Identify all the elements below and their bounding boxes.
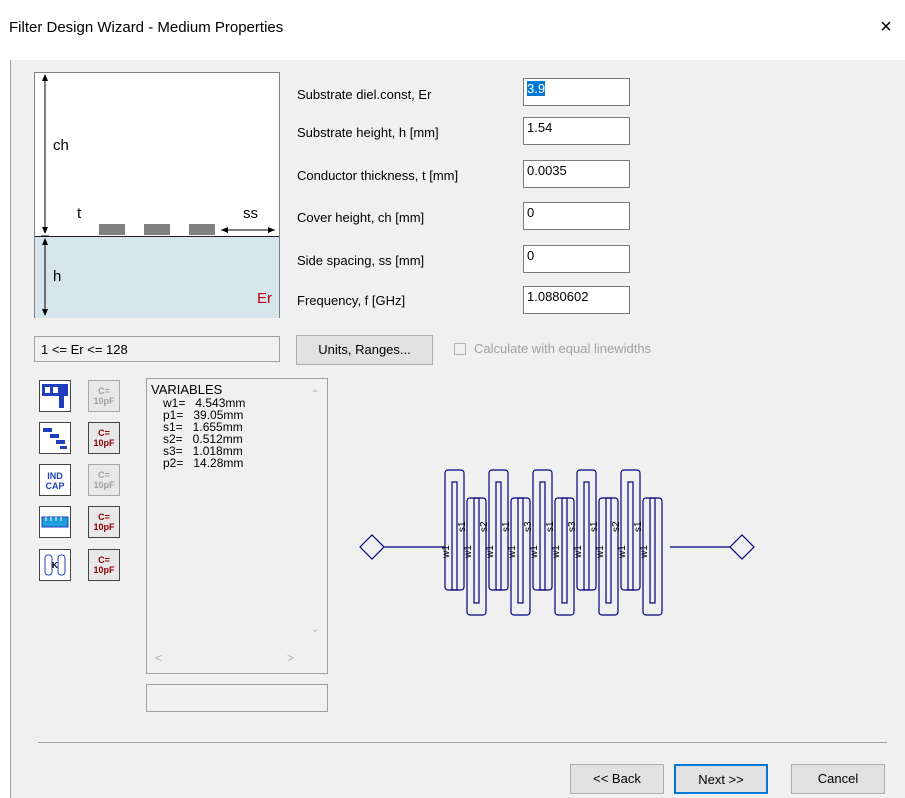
equal-linewidths-label: Calculate with equal linewidths <box>474 341 652 356</box>
height-label: h <box>53 268 62 285</box>
window-border <box>10 60 11 798</box>
thickness-label: t <box>77 205 82 222</box>
resonator-slot <box>605 497 612 604</box>
width-label: w1 <box>529 545 540 559</box>
er-input-value: 3.9 <box>527 81 546 96</box>
height-input[interactable]: 1.54 <box>523 117 630 145</box>
resonator-slot <box>451 481 458 591</box>
width-label: w1 <box>507 545 518 559</box>
width-label: w1 <box>463 545 474 559</box>
field-label-h: Substrate height, h [mm] <box>297 125 439 140</box>
input-port-icon <box>359 534 385 560</box>
back-button[interactable]: << Back <box>570 764 664 794</box>
spacing-label: s1 <box>633 521 644 532</box>
field-label-ch: Cover height, ch [mm] <box>297 210 425 225</box>
window-edge <box>0 60 10 798</box>
scroll-up-icon[interactable]: ⌃ <box>311 389 319 400</box>
spacing-label: s1 <box>501 521 512 532</box>
scroll-down-icon[interactable]: ⌄ <box>311 624 319 635</box>
variable-line: p2= 14.28mm <box>163 456 244 470</box>
transmission-line-icon[interactable] <box>39 380 71 412</box>
stepped-line-icon[interactable] <box>39 422 71 454</box>
variables-list[interactable]: VARIABLES w1= 4.543mm p1= 39.05mm s1= 1.… <box>146 378 328 674</box>
coupled-resonator-icon[interactable]: K <box>39 549 71 581</box>
cancel-button[interactable]: Cancel <box>791 764 885 794</box>
width-label: w1 <box>485 545 496 559</box>
lumped-capacitor-icon[interactable]: C= 10pF <box>88 506 120 538</box>
close-icon[interactable]: × <box>875 16 897 38</box>
resonator-slot <box>649 497 656 604</box>
svg-text:K: K <box>52 561 58 570</box>
thickness-input[interactable]: 0.0035 <box>523 160 630 188</box>
lumped-capacitor-icon[interactable]: C= 10pF <box>88 380 120 412</box>
field-label-ss: Side spacing, ss [mm] <box>297 253 425 268</box>
frequency-input[interactable]: 1.0880602 <box>523 286 630 314</box>
spacing-label: s3 <box>567 521 578 532</box>
range-hint: 1 <= Er <= 128 <box>34 336 280 362</box>
width-label: w1 <box>441 545 452 559</box>
units-ranges-button[interactable]: Units, Ranges... <box>296 335 433 365</box>
cover-height-label: ch <box>53 137 69 154</box>
lumped-capacitor-icon[interactable]: C= 10pF <box>88 422 120 454</box>
lumped-capacitor-icon[interactable]: C= 10pF <box>88 549 120 581</box>
side-spacing-input[interactable]: 0 <box>523 245 630 273</box>
resonator-slot <box>473 497 480 604</box>
scroll-right-icon[interactable]: > <box>287 651 294 665</box>
resonator-slot <box>583 481 590 591</box>
footer-divider <box>38 742 887 743</box>
spacing-label: s1 <box>457 521 468 532</box>
equal-linewidths-checkbox[interactable] <box>454 343 466 355</box>
window-title: Filter Design Wizard - Medium Properties <box>9 19 284 36</box>
resonator-slot <box>517 497 524 604</box>
resonator-slot <box>539 481 546 591</box>
er-label: Er <box>257 290 272 307</box>
width-label: w1 <box>551 545 562 559</box>
filter-layout: w1 s1 w1 s2 w1 s1 w1 s3 w1 s1 w1 s3 w1 s1 w1 s2 w1 s1 w1 <box>359 469 755 616</box>
field-label-er: Substrate diel.const, Er <box>297 87 432 102</box>
spacing-label: s2 <box>479 521 490 532</box>
dimension-arrows <box>41 74 275 316</box>
width-label: w1 <box>617 545 628 559</box>
ind-cap-icon[interactable]: IND CAP <box>39 464 71 496</box>
range-hint-text: 1 <= Er <= 128 <box>41 342 128 357</box>
er-input[interactable]: 3.9 <box>523 78 630 106</box>
microstrip-ruler-glyph <box>41 516 69 528</box>
output-port-icon <box>729 534 755 560</box>
lumped-capacitor-icon[interactable]: C= 10pF <box>88 464 120 496</box>
resonator-slot <box>495 481 502 591</box>
scroll-left-icon[interactable]: < <box>155 651 162 665</box>
field-label-f: Frequency, f [GHz] <box>297 293 406 308</box>
cover-height-input[interactable]: 0 <box>523 202 630 230</box>
spacing-label: s1 <box>545 521 556 532</box>
stepped-line-glyph <box>43 428 67 449</box>
width-label: w1 <box>639 545 650 559</box>
transmission-line-glyph <box>42 384 68 408</box>
coupled-resonator-glyph: K <box>44 554 66 576</box>
field-label-t: Conductor thickness, t [mm] <box>297 168 459 183</box>
spacing-label: s3 <box>523 521 534 532</box>
resonator-slot <box>627 481 634 591</box>
next-button[interactable]: Next >> <box>674 764 768 794</box>
medium-diagram: ch t ss h Er <box>34 72 280 318</box>
status-field <box>146 684 328 712</box>
spacing-label: s2 <box>611 521 622 532</box>
variables-title: VARIABLES <box>151 382 223 397</box>
resonator-slot <box>561 497 568 604</box>
spacing-label: s1 <box>589 521 600 532</box>
width-label: w1 <box>573 545 584 559</box>
side-spacing-label: ss <box>243 205 258 222</box>
width-label: w1 <box>595 545 606 559</box>
microstrip-ruler-icon[interactable] <box>39 506 71 538</box>
